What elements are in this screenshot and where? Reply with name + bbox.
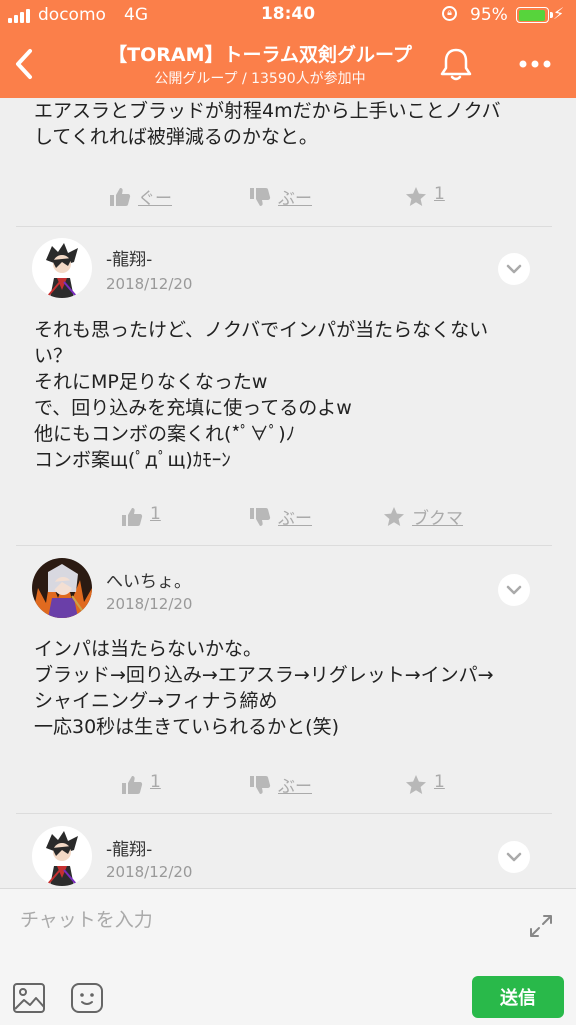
battery-icon [516,7,553,23]
avatar[interactable] [32,558,92,618]
thumbs-up-icon [108,185,132,209]
thumbs-up-icon [120,505,144,529]
image-icon [13,983,45,1013]
more-options-button[interactable] [510,44,560,84]
message-text: それも思ったけど、ノクバでインパが当たらなくない い？ それにMP足りなくなった… [34,319,489,471]
dislike-button[interactable]: ぶー [248,770,328,800]
attach-image-button[interactable] [12,981,46,1015]
expand-input-button[interactable] [526,911,556,941]
author-name[interactable]: へいちょ。 [106,567,191,592]
message-feed[interactable]: エアスラとブラッドが射程4mだから上手いことノクバ してくれれば被弾減るのかなと… [0,98,576,888]
avatar[interactable] [32,826,92,886]
author-name[interactable]: -龍翔- [106,835,152,860]
like-button[interactable]: ぐー [108,182,188,212]
thumbs-down-icon [248,185,272,209]
chevron-down-icon [506,585,522,595]
chevron-down-icon [506,264,522,274]
notification-button[interactable] [436,44,476,84]
avatar[interactable] [32,238,92,298]
post-date: 2018/12/20 [106,275,193,293]
dislike-button[interactable]: ぶー [248,182,328,212]
thumbs-down-icon [248,505,272,529]
sticker-button[interactable] [70,981,104,1015]
battery-percent: 95% [470,5,508,25]
message-text: エアスラとブラッドが射程4mだから上手いことノクバ してくれれば被弾減るのかなと… [34,100,501,148]
group-title: 【TORAM】トーラム双剣グループ [108,44,412,66]
group-subtitle: 公開グループ / 13590人が参加中 [154,71,366,87]
message-text: インパは当たらないかな。 ブラッド→回り込み→エアスラ→リグレット→インパ→ シ… [34,638,494,738]
more-dots-icon [519,60,551,68]
thumbs-up-icon [120,773,144,797]
bell-icon [440,48,472,81]
star-button[interactable]: 1 [404,182,464,212]
like-button[interactable]: 1 [120,502,180,532]
divider [16,226,552,227]
emoji-face-icon [71,983,103,1013]
post-options-button[interactable] [498,253,530,285]
chat-input[interactable] [18,903,502,937]
back-button[interactable] [8,44,48,84]
post-options-button[interactable] [498,574,530,606]
rotation-lock-icon: 🔒︎ [442,6,457,21]
chevron-down-icon [506,852,522,862]
status-bar: docomo 4G 18:40 🔒︎ 95% ⚡︎ [0,0,576,30]
chat-input-bar: 送信 [0,888,576,1025]
author-name[interactable]: -龍翔- [106,245,152,270]
header-bar: 【TORAM】トーラム双剣グループ 公開グループ / 13590人が参加中 [0,30,576,98]
star-icon [404,773,428,797]
star-icon [382,505,406,529]
divider [16,545,552,546]
dislike-button[interactable]: ぶー [248,502,328,532]
chevron-left-icon [16,49,32,79]
charging-icon: ⚡︎ [553,4,565,23]
like-button[interactable]: 1 [120,770,180,800]
divider [16,813,552,814]
send-button[interactable]: 送信 [472,976,564,1018]
post-options-button[interactable] [498,841,530,873]
bookmark-button[interactable]: ブクマ [382,502,482,532]
star-button[interactable]: 1 [404,770,464,800]
thumbs-down-icon [248,773,272,797]
post-date: 2018/12/20 [106,595,193,613]
post-date: 2018/12/20 [106,863,193,881]
star-icon [404,185,428,209]
expand-arrows-icon [530,915,552,937]
